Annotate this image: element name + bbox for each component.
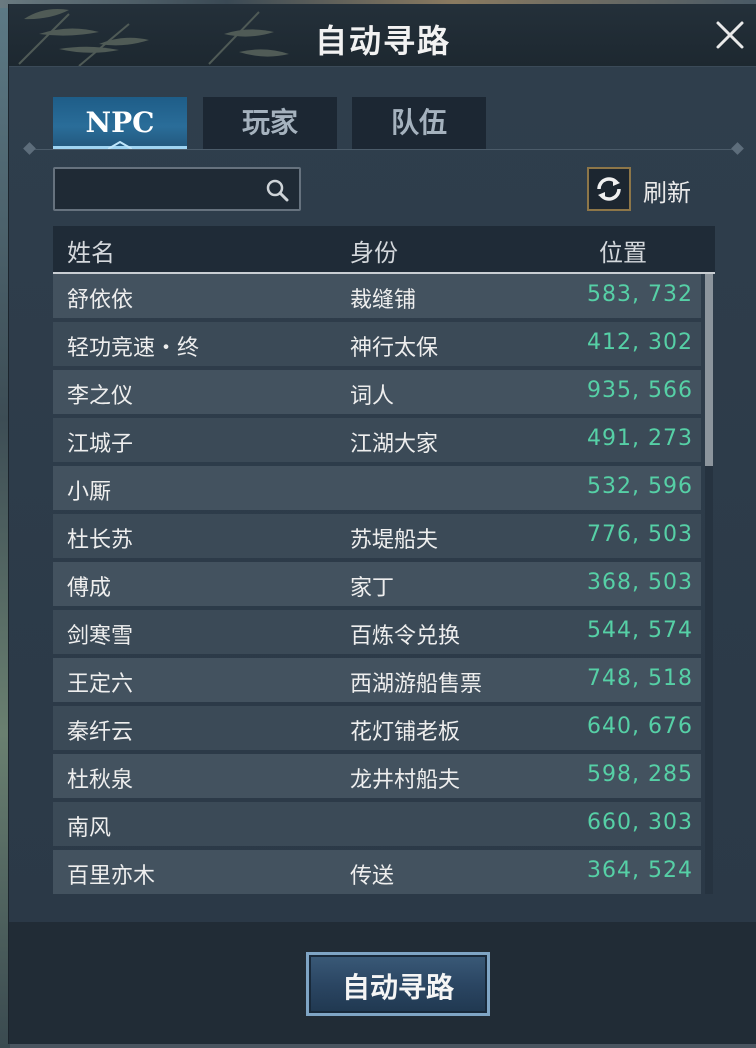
active-tab-indicator-icon: [108, 141, 132, 149]
tab-npc-label: NPC: [85, 106, 155, 139]
table-header: 姓名 身份 位置: [53, 226, 715, 274]
npc-position: 660, 303: [587, 810, 693, 835]
npc-role: 苏堤船夫: [350, 528, 439, 553]
npc-name: 傅成: [67, 576, 112, 601]
table-row[interactable]: 王定六 西湖游船售票 748, 518: [53, 658, 701, 702]
table-row[interactable]: 杜长苏 苏堤船夫 776, 503: [53, 514, 701, 558]
npc-position: 598, 285: [587, 762, 693, 787]
table-row[interactable]: 小厮 532, 596: [53, 466, 701, 510]
npc-name: 小厮: [67, 480, 112, 505]
npc-position: 491, 273: [587, 426, 693, 451]
search-icon[interactable]: [265, 178, 289, 202]
auto-pathfinding-window: 自动寻路 NPC 玩家 队伍 刷新 姓名 身份 位置 舒依依 裁缝铺 583, …: [8, 4, 756, 1044]
npc-role: 江湖大家: [350, 432, 439, 457]
table-row[interactable]: 李之仪 词人 935, 566: [53, 370, 701, 414]
table-row[interactable]: 江城子 江湖大家 491, 273: [53, 418, 701, 462]
npc-name: 王定六: [67, 672, 134, 697]
tab-team[interactable]: 队伍: [352, 97, 486, 149]
table-row[interactable]: 傅成 家丁 368, 503: [53, 562, 701, 606]
divider-ornament-right: [731, 142, 744, 155]
npc-name: 百里亦木: [67, 864, 156, 889]
table-row[interactable]: 秦纤云 花灯铺老板 640, 676: [53, 706, 701, 750]
search-box: [53, 167, 301, 211]
npc-position: 583, 732: [587, 282, 693, 307]
npc-position: 748, 518: [587, 666, 693, 691]
column-header-name: 姓名: [67, 239, 115, 267]
table-row[interactable]: 百里亦木 传送 364, 524: [53, 850, 701, 894]
column-header-role: 身份: [350, 239, 398, 267]
refresh-label[interactable]: 刷新: [643, 173, 691, 208]
npc-name: 剑寒雪: [67, 624, 134, 649]
npc-position: 368, 503: [587, 570, 693, 595]
npc-role: 裁缝铺: [350, 288, 417, 313]
close-icon: [716, 21, 744, 49]
table-row[interactable]: 南风 660, 303: [53, 802, 701, 846]
npc-role: 家丁: [350, 576, 395, 601]
npc-name: 杜长苏: [67, 528, 134, 553]
refresh-icon: [597, 177, 621, 201]
window-titlebar: 自动寻路: [9, 4, 756, 67]
npc-role: 花灯铺老板: [350, 720, 461, 745]
npc-position: 935, 566: [587, 378, 693, 403]
auto-pathfind-button[interactable]: 自动寻路: [306, 952, 490, 1016]
column-header-position: 位置: [599, 239, 647, 267]
npc-position: 364, 524: [587, 858, 693, 883]
npc-position: 776, 503: [587, 522, 693, 547]
table-row[interactable]: 轻功竞速・终 神行太保 412, 302: [53, 322, 701, 366]
tab-players-label: 玩家: [241, 106, 298, 139]
npc-name: 南风: [67, 816, 112, 841]
table-row[interactable]: 杜秋泉 龙井村船夫 598, 285: [53, 754, 701, 798]
npc-name: 舒依依: [67, 288, 134, 313]
auto-pathfind-button-label: 自动寻路: [341, 971, 454, 1004]
npc-position: 544, 574: [587, 618, 693, 643]
npc-position: 412, 302: [587, 330, 693, 355]
npc-role: 龙井村船夫: [350, 768, 461, 793]
tab-team-label: 队伍: [390, 106, 447, 139]
list-scrollbar[interactable]: [705, 274, 713, 894]
search-input[interactable]: [63, 175, 257, 205]
window-title: 自动寻路: [314, 22, 451, 60]
tab-players[interactable]: 玩家: [203, 97, 337, 149]
list-scrollbar-thumb[interactable]: [705, 274, 713, 466]
npc-role: 神行太保: [350, 336, 439, 361]
divider-ornament-left: [23, 142, 36, 155]
tab-divider-line: [29, 149, 739, 150]
npc-name: 秦纤云: [67, 720, 134, 745]
npc-role: 传送: [350, 864, 395, 889]
npc-name: 轻功竞速・终: [67, 336, 200, 361]
npc-role: 西湖游船售票: [350, 672, 483, 697]
content-area: NPC 玩家 队伍 刷新 姓名 身份 位置 舒依依 裁缝铺 583, 732 轻…: [9, 67, 756, 922]
tab-npc[interactable]: NPC: [53, 97, 187, 149]
table-row[interactable]: 剑寒雪 百炼令兑换 544, 574: [53, 610, 701, 654]
npc-position: 640, 676: [587, 714, 693, 739]
refresh-button[interactable]: [587, 167, 631, 211]
close-button[interactable]: [711, 16, 749, 54]
npc-name: 江城子: [67, 432, 134, 457]
npc-position: 532, 596: [587, 474, 693, 499]
npc-role: 词人: [350, 384, 395, 409]
npc-name: 杜秋泉: [67, 768, 134, 793]
window-footer: 自动寻路: [9, 922, 756, 1044]
table-row[interactable]: 舒依依 裁缝铺 583, 732: [53, 274, 701, 318]
npc-name: 李之仪: [67, 384, 134, 409]
npc-list: 舒依依 裁缝铺 583, 732 轻功竞速・终 神行太保 412, 302 李之…: [53, 274, 701, 898]
npc-role: 百炼令兑换: [350, 624, 461, 649]
